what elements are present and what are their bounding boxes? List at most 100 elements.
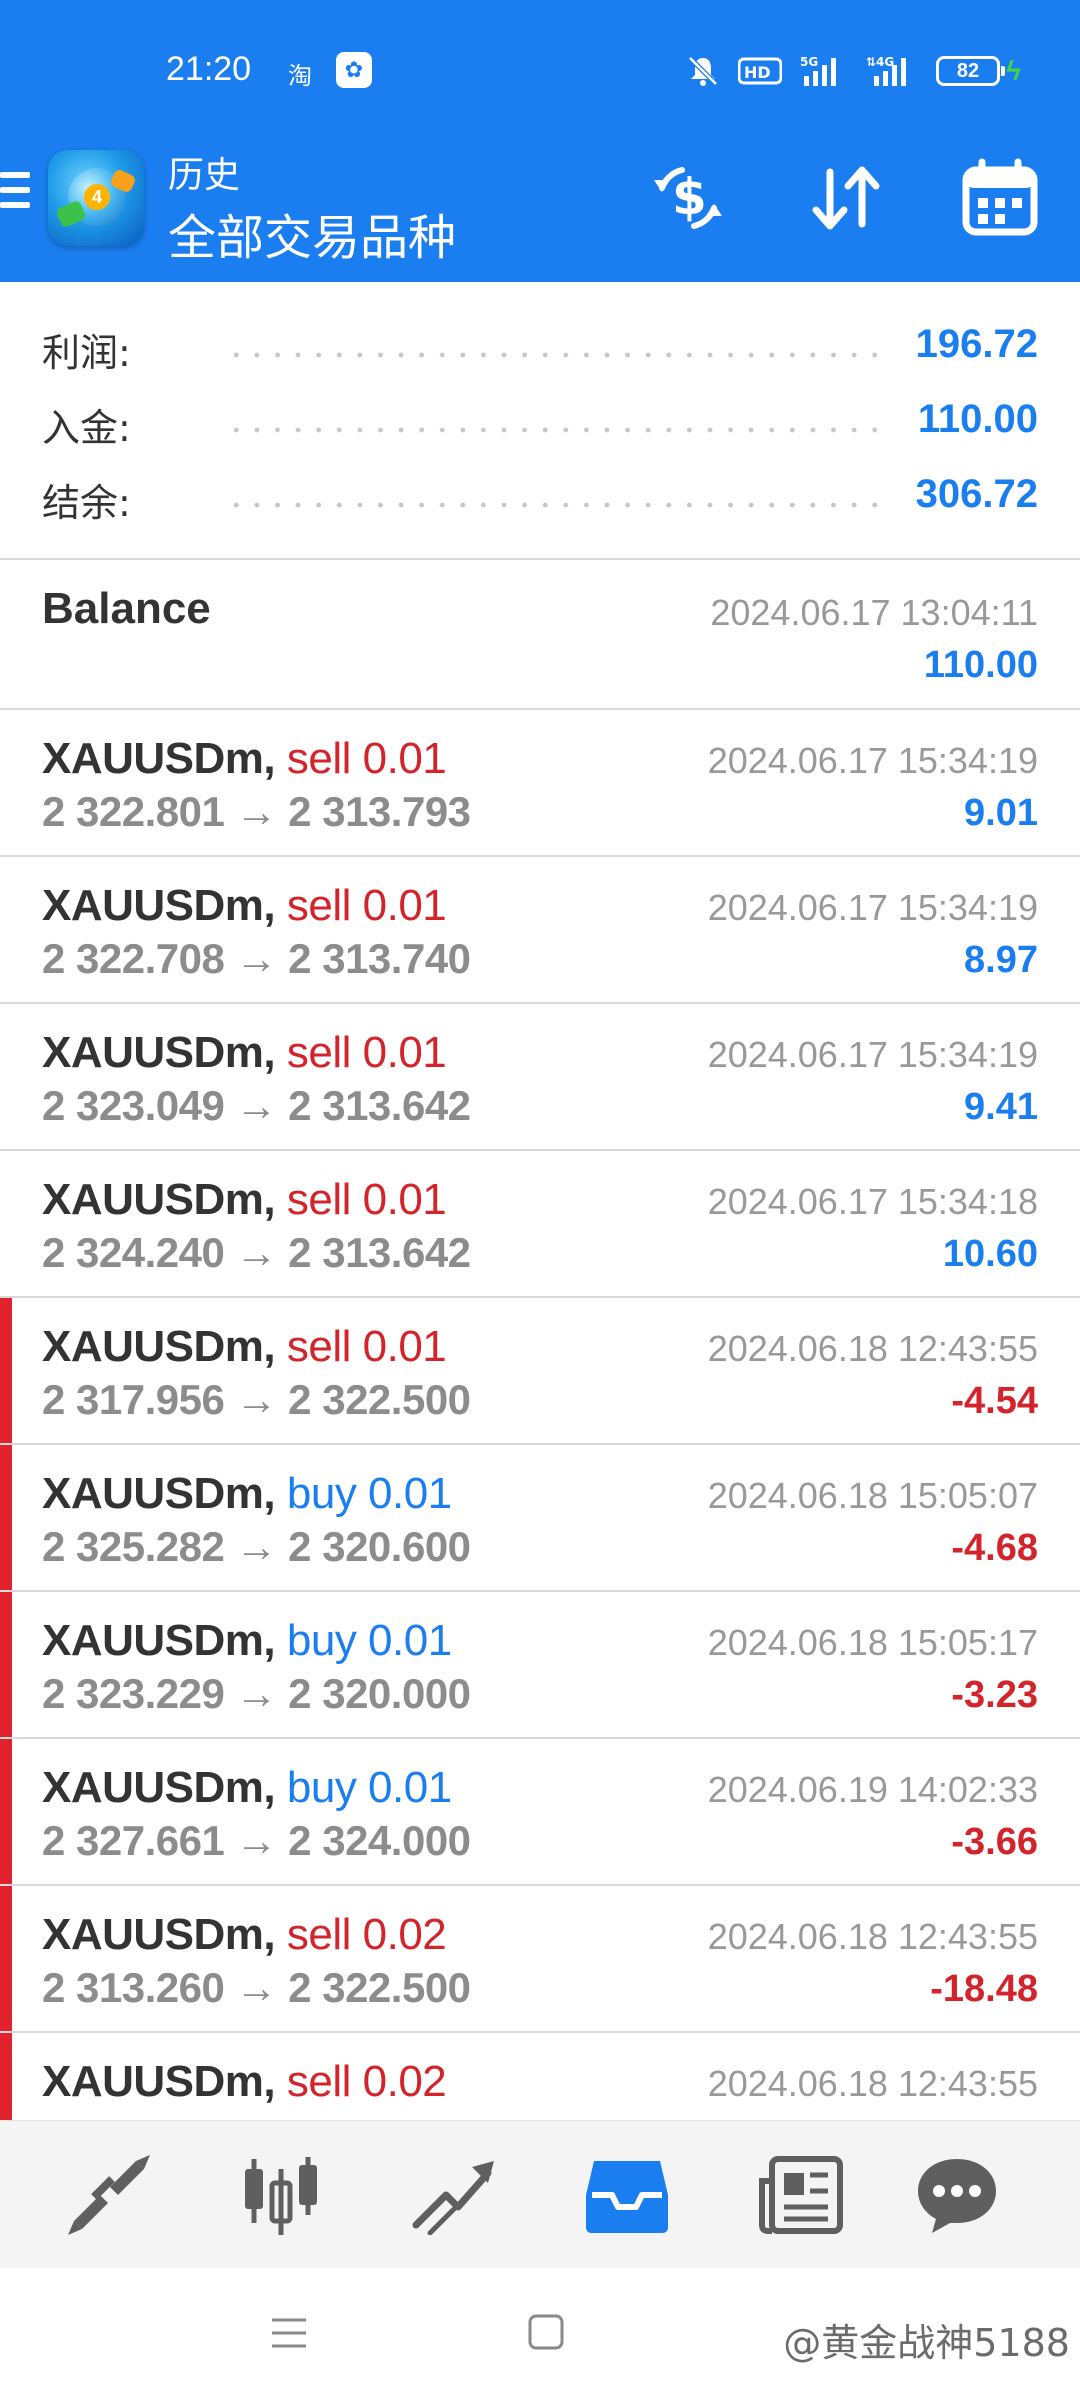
trade-symbol: XAUUSDm, [42,1028,276,1077]
home-icon[interactable] [526,2312,566,2352]
trade-time: 2024.06.18 12:43:55 [707,1916,1038,1957]
trade-symbol: XAUUSDm, [42,1616,276,1665]
deposit-label: 入金: [42,406,131,450]
trade-profit: -18.48 [930,1968,1038,2010]
balance-operation-title: Balance [42,584,211,633]
profit-value: 196.72 [915,322,1038,366]
svg-text:HD: HD [744,63,771,82]
trade-time: 2024.06.17 15:34:19 [707,1034,1038,1075]
dotted-leader [226,427,882,433]
trade-symbol: XAUUSDm, [42,881,276,930]
app-notification-icon: ✿ [336,52,372,88]
charging-icon: ϟ [1006,55,1021,86]
trade-profit: 8.97 [964,939,1038,981]
trade-row[interactable]: XAUUSDm, sell 0.01 2 324.240 → 2 313.642… [0,1151,1080,1298]
balance-operation-row[interactable]: Balance 2024.06.17 13:04:11 110.00 [0,560,1080,710]
trade-symbol: XAUUSDm, [42,1322,276,1371]
recent-apps-icon[interactable] [268,2312,310,2354]
trade-symbol: XAUUSDm, [42,1469,276,1518]
dotted-leader [226,352,882,358]
trade-side: sell 0.01 [286,1028,447,1077]
trade-row[interactable]: XAUUSDm, buy 0.01 2 327.661 → 2 324.000 … [0,1739,1080,1886]
trade-prices: 2 322.801 → 2 313.793 [42,788,471,835]
trade-prices: 2 313.260 → 2 322.500 [42,1964,471,2011]
trade-symbol: XAUUSDm, [42,1763,276,1812]
trade-icon[interactable] [410,2155,500,2235]
trade-row[interactable]: XAUUSDm, sell 0.01 2 317.956 → 2 322.500… [0,1298,1080,1445]
trade-row[interactable]: XAUUSDm, sell 0.02 2024.06.18 12:43:55 [0,2033,1080,2120]
trade-symbol: XAUUSDm, [42,2057,276,2106]
trade-prices: 2 317.956 → 2 322.500 [42,1376,471,1423]
trade-row[interactable]: XAUUSDm, sell 0.01 2 322.708 → 2 313.740… [0,857,1080,1004]
trade-row[interactable]: XAUUSDm, sell 0.01 2 322.801 → 2 313.793… [0,710,1080,857]
history-icon[interactable] [582,2155,672,2235]
trade-profit: 9.41 [964,1086,1038,1128]
deposit-value: 110.00 [917,397,1038,441]
trade-side: buy 0.01 [286,1469,452,1518]
trade-time: 2024.06.18 15:05:17 [707,1622,1038,1663]
trade-side: sell 0.02 [286,1910,447,1959]
trade-row[interactable]: XAUUSDm, buy 0.01 2 323.229 → 2 320.000 … [0,1592,1080,1739]
symbol-filter-title[interactable]: 全部交易品种 [168,198,456,268]
svg-text:⇅4G: ⇅4G [866,55,894,69]
trade-profit: -3.23 [951,1674,1038,1716]
trade-profit: 10.60 [942,1233,1038,1275]
trade-prices: 2 327.661 → 2 324.000 [42,1817,471,1864]
battery-level: 82 [956,60,980,82]
taobao-notification-icon: 淘 [288,63,312,90]
history-list[interactable]: Balance 2024.06.17 13:04:11 110.00 XAUUS… [0,560,1080,2120]
trade-profit: 9.01 [964,792,1038,834]
dotted-leader [226,502,882,508]
mute-icon [688,56,718,86]
svg-text:$: $ [672,168,707,226]
summary-deposit-row: 入金: 110.00 [0,397,1080,457]
trade-time: 2024.06.17 15:34:19 [707,887,1038,928]
profit-label: 利润: [42,331,131,375]
balance-operation-time: 2024.06.17 13:04:11 [710,592,1038,633]
trade-time: 2024.06.17 15:34:18 [707,1181,1038,1222]
trade-side: sell 0.02 [286,2057,447,2106]
system-navigation-bar: @黄金战神5188 [0,2268,1080,2400]
calendar-icon[interactable] [960,158,1040,238]
quotes-icon[interactable] [64,2155,154,2235]
trade-side: buy 0.01 [286,1763,452,1812]
menu-icon[interactable] [0,172,30,222]
account-summary: 利润: 196.72 入金: 110.00 结余: 306.72 [0,282,1080,560]
summary-profit-row: 利润: 196.72 [0,322,1080,382]
chart-icon[interactable] [236,2155,326,2235]
trade-side: sell 0.01 [286,1175,447,1224]
trade-row[interactable]: XAUUSDm, sell 0.02 2 313.260 → 2 322.500… [0,1886,1080,2033]
balance-value: 306.72 [915,472,1038,516]
trade-profit: -4.68 [951,1527,1038,1569]
4g-signal-icon: ⇅4G [866,55,906,86]
news-icon[interactable] [756,2155,846,2235]
summary-balance-row: 结余: 306.72 [0,472,1080,532]
trade-prices: 2 323.229 → 2 320.000 [42,1670,471,1717]
trade-time: 2024.06.18 12:43:55 [707,2063,1038,2104]
trade-side: sell 0.01 [286,1322,447,1371]
watermark-text: @黄金战神5188 [783,2321,1070,2365]
currency-exchange-icon[interactable]: $ [648,158,728,238]
bottom-navigation [0,2120,1080,2268]
balance-operation-amount: 110.00 [923,644,1038,686]
trade-time: 2024.06.17 15:34:19 [707,740,1038,781]
trade-side: buy 0.01 [286,1616,452,1665]
status-bar: 21:20 淘 ✿ HD 5G ⇅4G 82 ϟ [0,44,1080,104]
mt4-app-logo: 4 [48,150,144,246]
sort-icon[interactable] [806,158,886,238]
trade-profit: -4.54 [951,1380,1038,1422]
trade-side: sell 0.01 [286,881,447,930]
trade-profit: -3.66 [951,1821,1038,1863]
trade-side: sell 0.01 [286,734,447,783]
chat-icon[interactable] [912,2155,1002,2235]
trade-symbol: XAUUSDm, [42,734,276,783]
trade-time: 2024.06.18 15:05:07 [707,1475,1038,1516]
trade-prices: 2 325.282 → 2 320.600 [42,1523,471,1570]
svg-text:5G: 5G [800,55,818,69]
status-indicators: HD 5G ⇅4G 82 ϟ [686,54,1021,88]
trade-time: 2024.06.18 12:43:55 [707,1328,1038,1369]
trade-row[interactable]: XAUUSDm, buy 0.01 2 325.282 → 2 320.600 … [0,1445,1080,1592]
trade-row[interactable]: XAUUSDm, sell 0.01 2 323.049 → 2 313.642… [0,1004,1080,1151]
hd-icon: HD [738,57,782,85]
app-header: 21:20 淘 ✿ HD 5G ⇅4G 82 ϟ 4 历史 全部交易品种 $ [0,0,1080,282]
